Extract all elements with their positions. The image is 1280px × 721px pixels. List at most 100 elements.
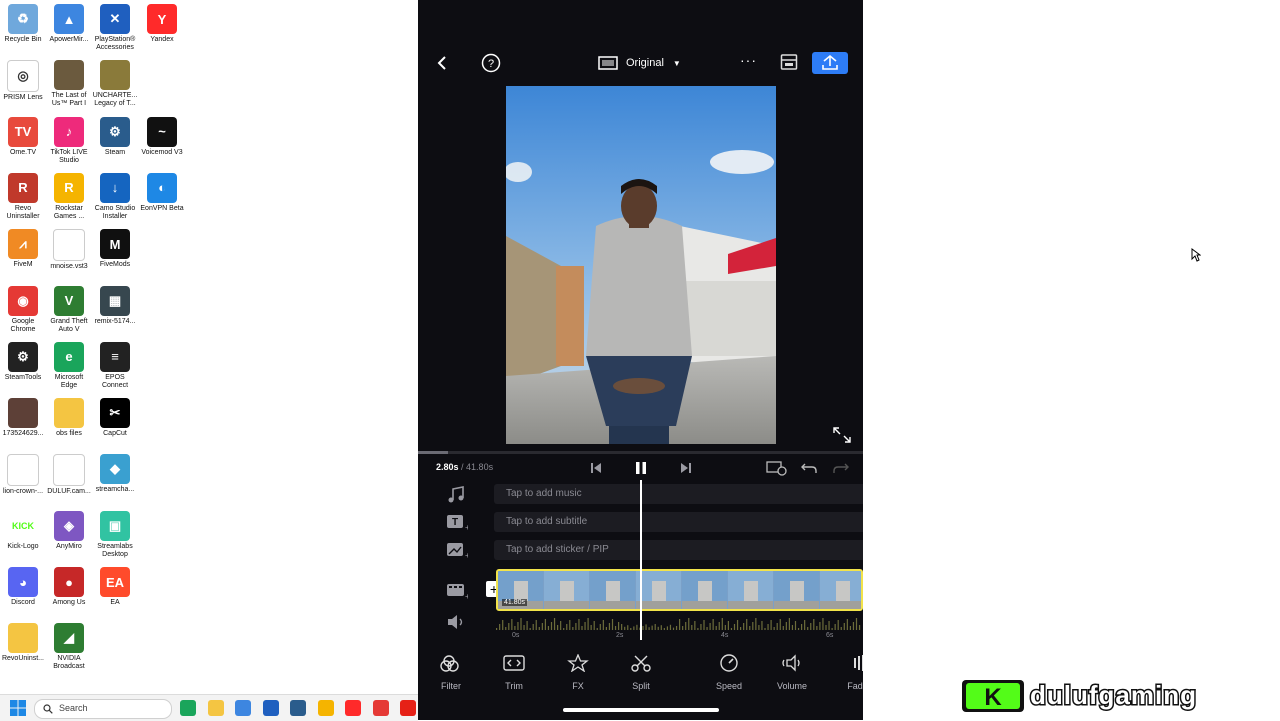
desktop-shortcut[interactable]: ▲ ApowerMir... — [46, 4, 92, 44]
yandex-icon[interactable] — [345, 700, 361, 716]
video-preview[interactable] — [506, 86, 776, 444]
edge-icon[interactable] — [180, 700, 196, 716]
video-clip-strip[interactable]: 41.80s — [496, 569, 863, 611]
waveform-bar — [761, 621, 763, 630]
desktop-shortcut[interactable]: lion-crown-... — [0, 454, 46, 496]
tool-fx[interactable]: FX — [554, 653, 602, 691]
youtube-icon[interactable] — [400, 700, 416, 716]
music-track[interactable]: Tap to add music — [494, 484, 863, 504]
tool-fad[interactable]: Fad — [831, 654, 863, 691]
tool-label: Fad — [847, 681, 863, 691]
desktop-shortcut[interactable]: EA EA — [92, 567, 138, 607]
tool-trim[interactable]: Trim — [490, 654, 538, 691]
desktop-shortcut[interactable]: R Revo Uninstaller — [0, 172, 46, 221]
svg-text:+: + — [465, 592, 468, 600]
waveform-bar — [511, 619, 513, 630]
original-sound-icon[interactable] — [446, 614, 466, 630]
desktop-shortcut[interactable]: R Rockstar Games ... — [46, 172, 92, 221]
steam-icon[interactable] — [290, 700, 306, 716]
desktop-shortcut[interactable]: ◕ Discord — [0, 567, 46, 607]
app-icon[interactable] — [262, 700, 279, 716]
streamlabs-icon: ▣ — [100, 510, 130, 541]
apowermirror-icon: ▲ — [54, 4, 84, 34]
desktop-shortcut[interactable]: ◢ NVIDIA Broadcast — [46, 623, 92, 671]
store-icon[interactable] — [235, 700, 251, 716]
desktop-shortcut[interactable]: ♪ TikTok LIVE Studio — [46, 116, 92, 165]
desktop-shortcut[interactable]: ⚙ Steam — [92, 116, 138, 157]
waveform-bar — [569, 620, 571, 630]
help-icon[interactable]: ? — [481, 53, 501, 73]
desktop-shortcut[interactable]: ⚙ SteamTools — [0, 341, 46, 382]
desktop-shortcut[interactable]: ◎ PRISM Lens — [0, 60, 46, 102]
windows-start-icon[interactable] — [10, 700, 26, 716]
keyframe-icon[interactable] — [766, 460, 788, 476]
waveform-bar — [715, 626, 717, 630]
tool-split[interactable]: Split — [617, 654, 665, 691]
desktop-shortcut[interactable]: Y Yandex — [139, 4, 185, 44]
desktop-shortcut[interactable]: obs files — [46, 398, 92, 438]
desktop-shortcut[interactable]: ◉ Google Chrome — [0, 285, 46, 334]
desktop-shortcut[interactable]: ▦ remix-5174... — [92, 285, 138, 326]
pause-icon[interactable] — [634, 460, 648, 476]
desktop-shortcut[interactable]: ▣ Streamlabs Desktop — [92, 510, 138, 559]
back-arrow-icon[interactable] — [435, 55, 449, 71]
redo-icon[interactable] — [832, 461, 850, 475]
svg-text:+: + — [465, 523, 468, 532]
tool-volume[interactable]: Volume — [768, 654, 816, 691]
aspect-ratio-dropdown[interactable]: Original ▼ — [598, 54, 688, 72]
file-explorer-icon[interactable] — [207, 700, 224, 716]
desktop-shortcut[interactable]: TV Ome.TV — [0, 116, 46, 157]
timeline-playhead[interactable] — [640, 480, 642, 640]
desktop-shortcut[interactable]: ↓ Camo Studio Installer — [92, 172, 138, 221]
desktop-shortcut[interactable]: The Last of Us™ Part I — [46, 60, 92, 108]
fullscreen-icon[interactable] — [832, 426, 852, 444]
tool-speed[interactable]: Speed — [705, 654, 753, 691]
desktop-shortcut[interactable]: V Grand Theft Auto V — [46, 285, 92, 334]
desktop-shortcut[interactable]: ≡ EPOS Connect — [92, 341, 138, 390]
clip-thumbnail-ground — [774, 601, 819, 609]
desktop-shortcut[interactable]: RevoUninst... — [0, 623, 46, 663]
save-draft-icon[interactable] — [780, 53, 798, 71]
rockstar-icon[interactable] — [317, 700, 334, 716]
desktop-shortcut[interactable]: ~ Voicemod V3 — [139, 116, 185, 157]
desktop-shortcut[interactable]: DULUF.cam... — [46, 454, 92, 496]
export-button[interactable] — [812, 52, 848, 74]
desktop-shortcut[interactable]: ✕ PlayStation® Accessories — [92, 4, 138, 52]
desktop-shortcut[interactable]: ◐ EonVPN Beta — [139, 172, 185, 213]
waveform-bar — [624, 626, 626, 630]
more-options-icon[interactable]: ··· — [740, 52, 757, 68]
skip-previous-icon[interactable] — [590, 461, 602, 475]
desktop-shortcut[interactable]: ● Among Us — [46, 567, 92, 607]
desktop-shortcut[interactable]: 17352462​9... — [0, 398, 46, 438]
waveform-bar — [819, 622, 821, 630]
subtitle-track-label: Tap to add subtitle — [506, 516, 588, 527]
desktop-shortcut[interactable]: e Microsoft Edge — [46, 341, 92, 390]
add-clip-icon[interactable]: + — [446, 582, 470, 601]
subtitle-track[interactable]: Tap to add subtitle — [494, 512, 863, 532]
sticker-pip-track[interactable]: Tap to add sticker / PIP — [494, 540, 863, 560]
desktop-shortcut[interactable]: ◆ streamcha... — [92, 454, 138, 494]
sticker-pip-icon: + — [446, 542, 470, 560]
waveform-bar — [718, 622, 720, 630]
skip-next-icon[interactable] — [680, 461, 692, 475]
playback-progress-bar[interactable] — [418, 451, 863, 454]
desktop-shortcut-label: TikTok LIVE Studio — [50, 148, 88, 164]
desktop-shortcut[interactable]: ◈ AnyMiro — [46, 510, 92, 551]
discord-icon: ◕ — [8, 567, 38, 597]
desktop-shortcut[interactable]: M FiveMods — [92, 229, 138, 269]
undo-icon[interactable] — [800, 461, 818, 475]
chrome-icon[interactable] — [372, 700, 389, 716]
desktop-shortcut[interactable]: mnoise.vst3 — [46, 229, 92, 271]
waveform-bar — [840, 627, 842, 630]
desktop-shortcut[interactable]: ✂ CapCut — [92, 398, 138, 438]
ruler-tick-label: 2s — [616, 632, 624, 639]
tool-filter[interactable]: Filter — [427, 654, 475, 691]
desktop-shortcut-label: obs files — [56, 430, 82, 438]
taskbar-search[interactable]: Search — [34, 699, 172, 719]
desktop-shortcut[interactable]: UNCHARTE... Legacy of T... — [92, 60, 138, 108]
audio-waveform — [496, 618, 861, 630]
desktop-shortcut[interactable]: KICK Kick-Logo — [0, 510, 46, 551]
desktop-shortcut[interactable]: ⩘ FiveM — [0, 229, 46, 269]
clip-thumbnail-figure — [790, 581, 804, 603]
desktop-shortcut[interactable]: ♻ Recycle Bin — [0, 4, 46, 44]
